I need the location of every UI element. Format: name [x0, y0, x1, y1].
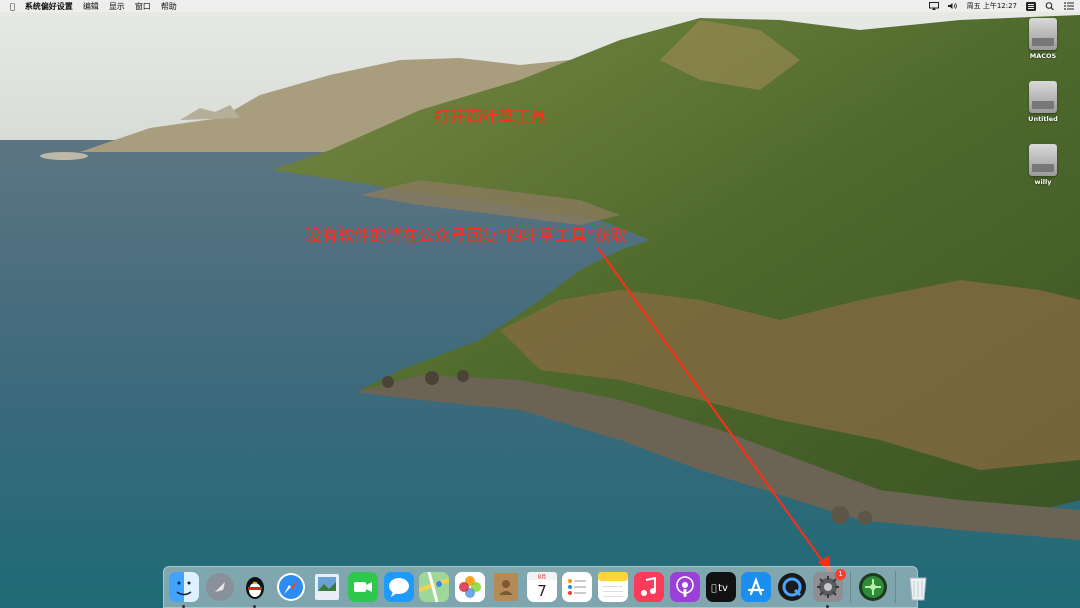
music-icon [634, 572, 665, 602]
dock-safari[interactable] [276, 572, 306, 602]
photos-icon [455, 572, 486, 602]
hard-drive-icon [1029, 81, 1057, 113]
annotation-note: 没有软件的请在公众号回复“四叶草工具”获取 [306, 226, 627, 245]
trash-icon [908, 577, 927, 601]
safari-compass-icon [277, 573, 306, 601]
airplay-icon[interactable] [928, 2, 939, 10]
desktop-drive-willy[interactable]: willy [1018, 144, 1068, 186]
launchpad-icon [205, 573, 234, 601]
dock-podcasts[interactable] [669, 572, 700, 602]
menu-window[interactable]: 窗口 [135, 1, 151, 12]
desktop-drive-untitled[interactable]: Untitled [1018, 81, 1068, 123]
dock-reminders[interactable] [562, 572, 593, 602]
dock-finder[interactable] [168, 572, 199, 608]
annotation-title: 打开四叶草工具 [434, 107, 547, 126]
volume-icon[interactable] [947, 2, 958, 10]
search-icon[interactable] [1045, 2, 1055, 11]
menu-view[interactable]: 显示 [109, 1, 125, 12]
dock-calendar[interactable]: 8月 7 [526, 572, 557, 602]
dock-quicktime[interactable] [777, 572, 807, 602]
clover-configurator-icon [858, 573, 887, 601]
calendar-icon: 8月7 [526, 572, 557, 602]
dock-music[interactable] [634, 572, 665, 602]
svg-text:8月: 8月 [538, 575, 546, 581]
preview-icon [315, 574, 340, 600]
desktop-wallpaper [0, 0, 1080, 608]
dock-photos[interactable] [455, 572, 486, 602]
notes-icon [598, 572, 629, 602]
dock-qq[interactable] [240, 572, 270, 608]
dock-contacts[interactable] [491, 572, 521, 602]
svg-text::  [711, 584, 716, 594]
menu-app-name[interactable]: 系统偏好设置 [25, 1, 73, 12]
tv-label: tv [718, 583, 728, 594]
dock-facetime[interactable] [347, 572, 378, 602]
control-center-icon[interactable] [1064, 2, 1074, 10]
messages-icon [383, 572, 414, 602]
menu-bar:  系统偏好设置 编辑 显示 窗口 帮助 周五 上午12:27 [0, 0, 1080, 12]
keyboard-input-icon[interactable] [1026, 2, 1036, 11]
drive-label: willy [1034, 178, 1052, 186]
calendar-day: 7 [537, 582, 547, 600]
dock-trash[interactable] [903, 572, 933, 602]
dock-apple-tv[interactable]: tv [705, 572, 736, 602]
dock-messages[interactable] [383, 572, 414, 602]
reminders-icon [562, 572, 593, 602]
apple-tv-icon: tv [705, 572, 736, 602]
dock-notes[interactable] [598, 572, 629, 602]
menu-help[interactable]: 帮助 [161, 1, 177, 12]
app-store-icon [741, 572, 772, 602]
menu-edit[interactable]: 编辑 [83, 1, 99, 12]
dock-clover-configurator[interactable] [858, 572, 888, 602]
contacts-icon [493, 573, 518, 601]
dock-preview[interactable] [312, 572, 342, 602]
podcasts-icon [669, 572, 700, 602]
apple-logo-icon[interactable]:  [10, 2, 15, 11]
maps-icon [419, 572, 450, 602]
notification-badge: 1 [834, 569, 846, 580]
quicktime-icon [778, 573, 807, 601]
hard-drive-icon [1029, 144, 1057, 176]
facetime-icon [347, 572, 378, 602]
dock-separator [849, 571, 851, 603]
dock-app-store[interactable] [741, 572, 772, 602]
dock-system-preferences[interactable]: 1 [812, 569, 846, 608]
qq-penguin-icon [246, 577, 265, 599]
hard-drive-icon [1029, 18, 1057, 50]
dock-maps[interactable] [419, 572, 450, 602]
dock-separator [894, 571, 896, 603]
drive-label: Untitled [1028, 115, 1058, 123]
finder-icon [168, 572, 199, 602]
dock: 8月7 tv 1 [163, 566, 927, 608]
menu-clock[interactable]: 周五 上午12:27 [967, 1, 1017, 11]
drive-label: MACOS [1029, 52, 1057, 60]
desktop-drive-macos[interactable]: MACOS [1018, 18, 1068, 60]
dock-launchpad[interactable] [205, 572, 235, 602]
